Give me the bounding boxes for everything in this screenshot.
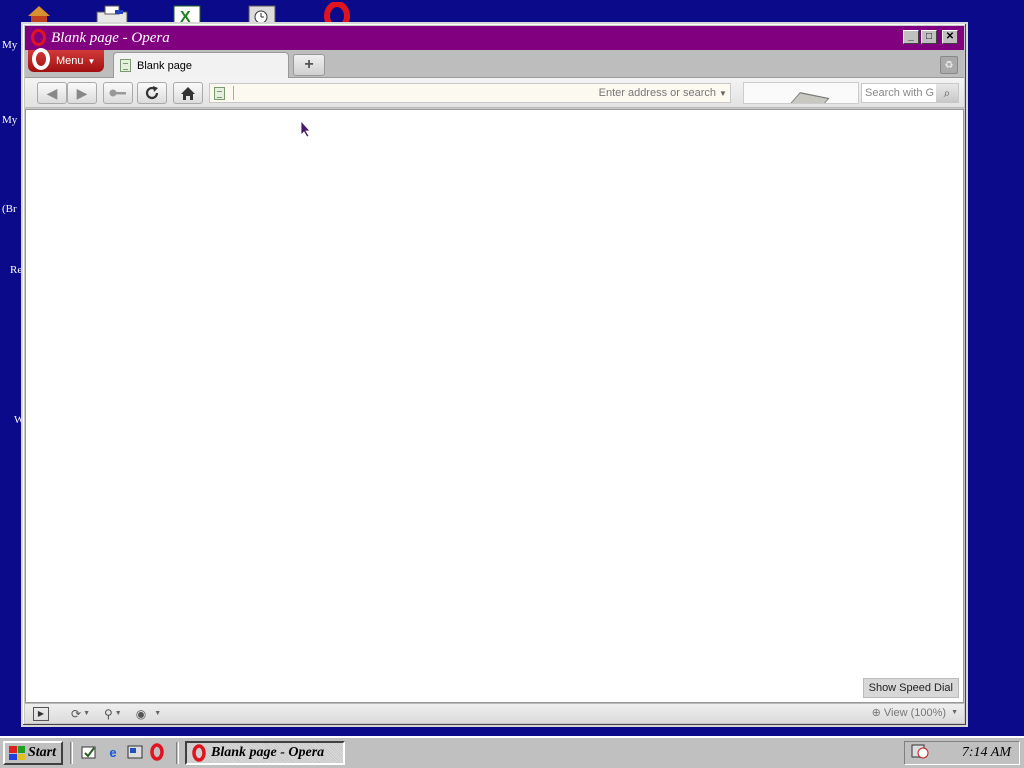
opera-logo-icon — [32, 48, 50, 70]
reload-button[interactable] — [137, 82, 167, 104]
maximize-button[interactable]: □ — [921, 30, 937, 44]
home-icon — [181, 86, 195, 100]
play-icon: ▶ — [37, 709, 45, 718]
zoom-label: View (100%) — [883, 706, 947, 719]
opera-logo-icon — [31, 29, 46, 46]
turbo-button[interactable]: ◉ ▼ — [136, 706, 161, 722]
chevron-down-icon: ▼ — [154, 710, 162, 717]
chevron-down-icon[interactable]: ▼ — [716, 89, 730, 98]
menu-label: Menu — [56, 55, 84, 67]
task-label: Blank page - Opera — [211, 745, 325, 760]
arrow-right-icon: ▶ — [76, 84, 88, 101]
unite-button[interactable]: ⚲ ▼ — [104, 706, 122, 722]
system-tray: 7:14 AM — [904, 741, 1020, 765]
page-icon — [120, 59, 131, 72]
start-button[interactable]: Start — [3, 741, 63, 765]
desktop-opera-icon[interactable] — [322, 1, 352, 31]
show-desktop-icon[interactable] — [80, 743, 98, 761]
desktop-label: My — [2, 114, 18, 126]
window-title: Blank page - Opera — [51, 29, 170, 46]
divider — [176, 742, 179, 764]
internet-explorer-icon[interactable]: e — [104, 743, 122, 761]
show-speed-dial-button[interactable]: Show Speed Dial — [862, 678, 959, 698]
sync-icon: ⟳ — [71, 706, 82, 721]
arrow-left-icon: ◀ — [46, 84, 58, 101]
tab-strip: Menu ▼ Blank page + ♻ — [25, 48, 964, 78]
chevron-down-icon: ▼ — [951, 709, 958, 716]
panel-toggle-button[interactable]: ▶ — [33, 706, 49, 721]
back-button[interactable]: ◀ — [37, 82, 67, 104]
network-icon: ⚲ — [104, 706, 113, 721]
decorative-shape — [784, 92, 830, 103]
opera-logo-icon — [192, 744, 206, 762]
search-icon[interactable]: ⌕ — [936, 84, 958, 102]
plus-icon: + — [304, 56, 314, 73]
tab-label: Blank page — [137, 59, 193, 72]
scheduler-icon[interactable] — [911, 743, 929, 764]
desktop-label: (Br — [2, 203, 17, 215]
tab-blank-page[interactable]: Blank page — [113, 52, 289, 78]
new-tab-button[interactable]: + — [293, 54, 325, 76]
divider — [233, 86, 234, 100]
turbo-icon: ◉ — [135, 706, 147, 721]
opera-window: Blank page - Opera _ □ ✕ Menu ▼ Blank pa… — [21, 22, 968, 727]
closed-tabs-trash-button[interactable]: ♻ — [940, 56, 958, 74]
navigation-toolbar: ◀ ▶ ▼ ⌕ — [25, 78, 964, 108]
desktop-label: My — [2, 39, 18, 51]
chevron-down-icon: ▼ — [83, 710, 90, 717]
window-controls: _ □ ✕ — [903, 30, 958, 44]
wand-button[interactable] — [103, 82, 133, 104]
page-icon — [214, 86, 225, 100]
opera-quicklaunch-icon[interactable] — [148, 743, 166, 761]
key-icon — [109, 89, 126, 97]
windows-logo-icon — [9, 746, 25, 760]
taskbar-opera-button[interactable]: Blank page - Opera — [185, 741, 345, 765]
chevron-down-icon: ▼ — [87, 56, 96, 66]
title-bar[interactable]: Blank page - Opera _ □ ✕ — [25, 26, 964, 50]
forward-button[interactable]: ▶ — [67, 82, 97, 104]
outlook-icon[interactable] — [126, 743, 144, 761]
zoom-icon: ⊕ — [871, 707, 881, 719]
mouse-cursor-icon — [300, 120, 311, 138]
taskbar: Start e Blank page - Opera 7:14 AM — [0, 736, 1024, 768]
toolbar-divider-widget — [743, 82, 859, 104]
chevron-down-icon: ▼ — [114, 710, 122, 717]
address-input[interactable] — [238, 85, 716, 101]
home-button[interactable] — [173, 82, 203, 104]
reload-icon — [145, 86, 159, 100]
search-box[interactable]: ⌕ — [861, 83, 959, 103]
search-input[interactable] — [862, 87, 936, 99]
status-bar: ▶ ⟳ ▼ ⚲ ▼ ◉ ▼ ⊕ View (100%) ▼ — [25, 703, 964, 723]
start-label: Start — [28, 745, 57, 760]
sync-button[interactable]: ⟳ ▼ — [71, 706, 90, 722]
page-content[interactable]: Show Speed Dial — [25, 109, 964, 703]
clock[interactable]: 7:14 AM — [962, 745, 1011, 761]
trash-icon: ♻ — [944, 59, 954, 71]
zoom-control[interactable]: ⊕ View (100%) ▼ — [871, 706, 958, 720]
address-bar[interactable]: ▼ — [209, 83, 731, 103]
close-button[interactable]: ✕ — [942, 30, 958, 44]
divider — [70, 742, 73, 764]
minimize-button[interactable]: _ — [903, 30, 919, 44]
opera-menu-button[interactable]: Menu ▼ — [28, 48, 104, 72]
